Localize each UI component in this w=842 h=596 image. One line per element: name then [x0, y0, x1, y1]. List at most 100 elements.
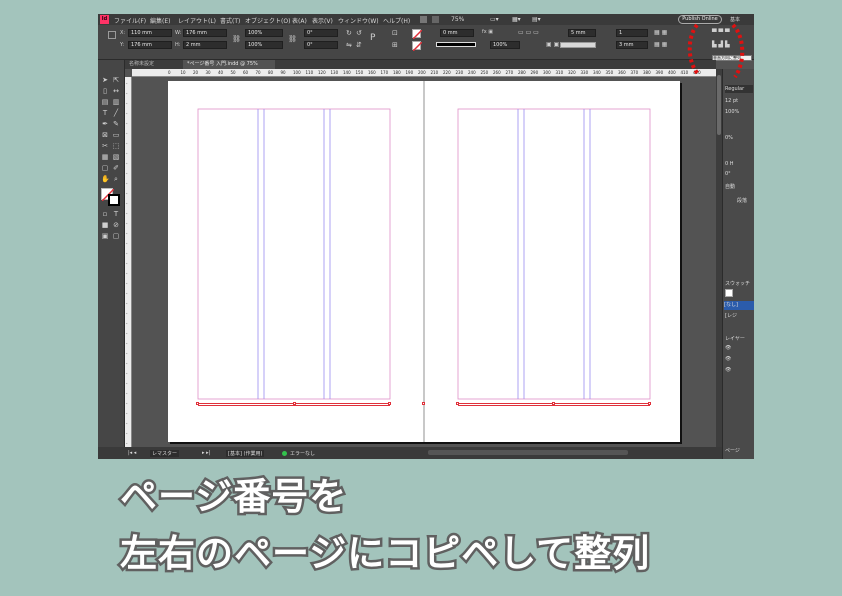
direct-selection-tool-icon[interactable]: ⇱ — [112, 76, 120, 84]
scissors-tool-icon[interactable]: ✂ — [101, 142, 109, 150]
vertical-justify-icon[interactable]: ▦ ▦ — [654, 29, 667, 36]
master-page-selector[interactable]: レマスター — [150, 450, 180, 457]
screen-mode-icon[interactable]: ▭▾ — [490, 16, 499, 23]
selection-tool-icon[interactable]: ➤ — [101, 76, 109, 84]
height-field[interactable]: 2 mm — [183, 41, 227, 49]
frame-handle[interactable] — [422, 402, 425, 405]
x-position-field[interactable]: 110 mm — [128, 29, 172, 37]
gap-field[interactable]: 5 mm — [568, 29, 596, 37]
tracking-field[interactable]: 0% — [725, 135, 733, 141]
pen-tool-icon[interactable]: ✒ — [101, 120, 109, 128]
reference-point-icon[interactable] — [108, 31, 116, 39]
stroke-weight-field[interactable]: 0 mm — [440, 29, 474, 37]
menu-type[interactable]: 書式(T) — [220, 16, 240, 25]
page-spread[interactable] — [168, 81, 680, 442]
flip-vertical-icon[interactable]: ⇵ — [356, 41, 362, 49]
content-placer-icon[interactable]: ▥ — [112, 98, 120, 106]
zoom-tool-icon[interactable]: ⌕ — [112, 175, 120, 183]
normal-view-icon[interactable]: ▣ — [101, 232, 109, 240]
select-next-icon[interactable]: ⊞ — [392, 41, 398, 49]
swatch-registration[interactable]: [レジ — [725, 312, 737, 319]
scale-y-field[interactable]: 100% — [245, 41, 283, 49]
eye-icon[interactable]: 👁 — [725, 367, 731, 373]
inset-field[interactable]: 3 mm — [616, 41, 648, 49]
paragraph-panel-tab[interactable]: 段落 — [737, 197, 747, 204]
formatting-text-icon[interactable]: T — [112, 210, 120, 218]
font-size-field[interactable]: 12 pt — [725, 98, 738, 104]
rotate-ccw-icon[interactable]: ↺ — [356, 29, 362, 37]
drop-shadow-icon[interactable]: fx ▣ — [482, 29, 493, 35]
shear-angle-field[interactable]: 0° — [304, 41, 338, 49]
rotation-angle-field[interactable]: 0° — [304, 29, 338, 37]
constrain-proportions-icon[interactable]: ⛓ — [232, 35, 241, 43]
swatch-fill-icon[interactable] — [725, 289, 733, 297]
gradient-feather-tool-icon[interactable]: ▧ — [112, 153, 120, 161]
zoom-level[interactable]: 75% — [451, 16, 464, 23]
flip-horizontal-icon[interactable]: ⇋ — [346, 41, 352, 49]
menu-file[interactable]: ファイル(F) — [114, 16, 146, 25]
auto-size-icon[interactable]: ▦ ▦ — [654, 41, 667, 48]
frame-handle[interactable] — [456, 402, 459, 405]
select-container-icon[interactable]: ⊡ — [392, 29, 398, 37]
fill-swatch[interactable] — [412, 29, 422, 39]
menu-object[interactable]: オブジェクト(O) — [245, 16, 290, 25]
eyedropper-tool-icon[interactable]: ✐ — [112, 164, 120, 172]
rotate-cw-icon[interactable]: ↻ — [346, 29, 352, 37]
font-style-field[interactable]: Regular — [725, 85, 753, 93]
view-options-icon[interactable] — [432, 16, 439, 23]
corner-shape-selector[interactable] — [560, 42, 596, 48]
menu-window[interactable]: ウィンドウ(W) — [338, 16, 379, 25]
baseline-shift-field[interactable]: 0° — [725, 171, 731, 177]
preflight-profile[interactable]: [基本] (作業用) — [226, 450, 265, 457]
menu-view[interactable]: 表示(V) — [312, 16, 333, 25]
frame-fitting-icon[interactable]: ▣ ▣ — [546, 41, 559, 48]
swatches-panel-tab[interactable]: スウォッチ — [725, 280, 750, 287]
pages-panel-tab[interactable]: ページ — [725, 447, 740, 454]
apply-color-icon[interactable]: ■ — [101, 221, 109, 229]
stroke-type-selector[interactable] — [436, 42, 476, 47]
page-tool-icon[interactable]: ▯ — [101, 87, 109, 95]
kerning-field[interactable]: 0 H — [725, 161, 734, 167]
formatting-container-icon[interactable]: ▫ — [101, 210, 109, 218]
frame-handle[interactable] — [388, 402, 391, 405]
stroke-swatch[interactable] — [412, 41, 422, 51]
auto-leading-field[interactable]: 自動 — [725, 183, 735, 190]
select-content-icon[interactable]: P — [370, 33, 375, 43]
layout-grid-icon[interactable]: ▤▾ — [532, 16, 541, 23]
scale-x-field[interactable]: 100% — [245, 29, 283, 37]
frame-handle[interactable] — [196, 402, 199, 405]
note-tool-icon[interactable]: ▢ — [101, 164, 109, 172]
text-wrap-icon[interactable]: ▭ ▭ ▭ — [518, 29, 539, 36]
pencil-tool-icon[interactable]: ✎ — [112, 120, 120, 128]
type-tool-icon[interactable]: T — [101, 109, 109, 117]
rectangle-frame-tool-icon[interactable]: ⊠ — [101, 131, 109, 139]
tab-page-number-doc[interactable]: *ページ番号 入門.indd @ 75% — [183, 60, 275, 69]
frame-handle[interactable] — [552, 402, 555, 405]
menu-table[interactable]: 表(A) — [292, 16, 307, 25]
hand-tool-icon[interactable]: ✋ — [101, 175, 110, 183]
constrain-scale-icon[interactable]: ⛓ — [288, 35, 297, 43]
free-transform-tool-icon[interactable]: ⬚ — [112, 142, 120, 150]
line-tool-icon[interactable]: ╱ — [112, 109, 120, 117]
stroke-color-icon[interactable] — [108, 194, 120, 206]
menu-layout[interactable]: レイアウト(L) — [178, 16, 216, 25]
opacity-field[interactable]: 100% — [490, 41, 520, 49]
y-position-field[interactable]: 176 mm — [128, 41, 172, 49]
menu-help[interactable]: ヘルプ(H) — [383, 16, 410, 25]
eye-icon[interactable]: 👁 — [725, 356, 731, 362]
preview-mode-icon[interactable]: ▢ — [112, 232, 120, 240]
horizontal-scale-field[interactable]: 100% — [725, 109, 739, 115]
gap-tool-icon[interactable]: ↔ — [112, 87, 120, 95]
layers-panel-tab[interactable]: レイヤー — [725, 335, 745, 342]
swatch-none[interactable]: [なし] — [724, 301, 754, 310]
width-field[interactable]: 176 mm — [183, 29, 227, 37]
bridge-icon[interactable] — [420, 16, 427, 23]
tab-untitled[interactable]: 名称未設定 — [125, 60, 181, 69]
content-collector-icon[interactable]: ▤ — [101, 98, 109, 106]
page-nav-next-icon[interactable]: ▸ ▸| — [202, 450, 210, 456]
rectangle-tool-icon[interactable]: ▭ — [112, 131, 120, 139]
horizontal-scrollbar[interactable] — [428, 450, 628, 455]
menu-edit[interactable]: 編集(E) — [150, 16, 170, 25]
columns-field[interactable]: 1 — [616, 29, 648, 37]
frame-handle[interactable] — [293, 402, 296, 405]
